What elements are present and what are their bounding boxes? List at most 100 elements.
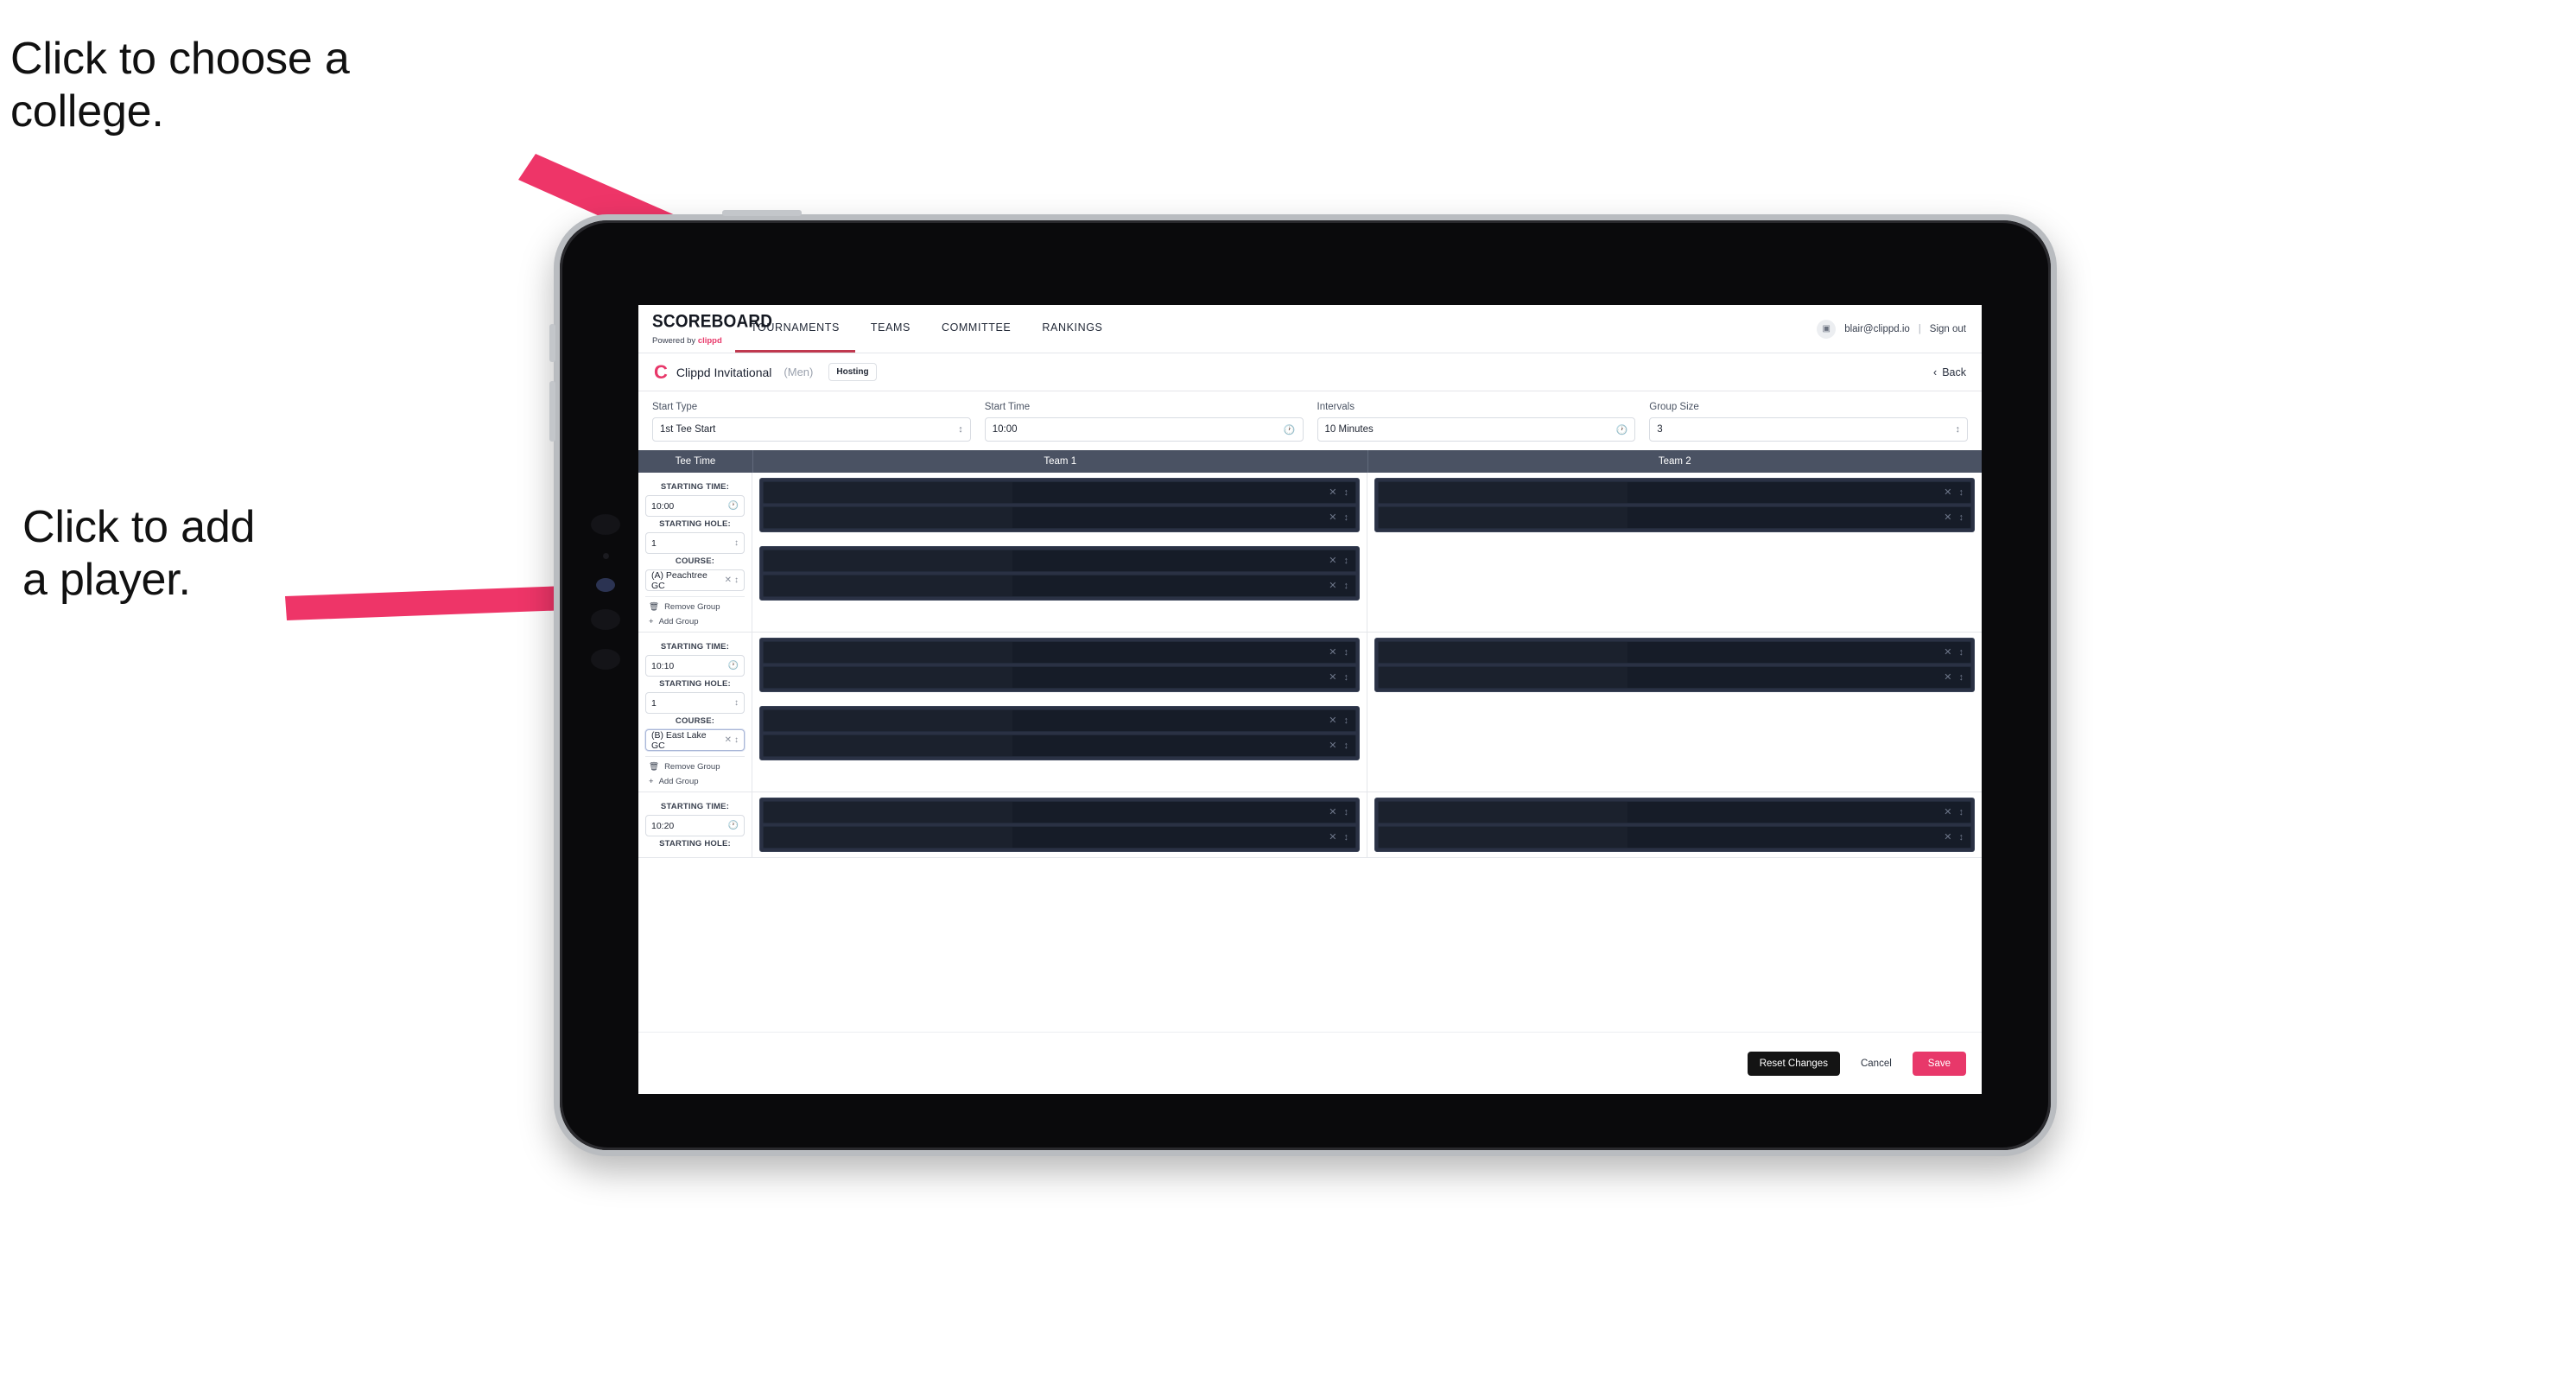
clear-x-icon[interactable]: ✕: [1329, 647, 1336, 658]
team-1-cell: ✕ ↕ ✕ ↕: [752, 792, 1367, 857]
intervals-input[interactable]: 10 Minutes 🕐: [1317, 417, 1636, 442]
clear-x-icon[interactable]: ✕: [1329, 715, 1336, 726]
clear-x-icon[interactable]: ✕: [1329, 556, 1336, 566]
clear-x-icon[interactable]: ✕: [1329, 741, 1336, 751]
player-group: ✕ ↕ ✕ ↕: [759, 478, 1360, 532]
clear-x-icon[interactable]: ✕: [1944, 487, 1951, 498]
clear-x-icon[interactable]: ✕: [1944, 647, 1951, 658]
stepper-icon[interactable]: ↕: [1959, 832, 1964, 842]
stepper-icon[interactable]: ↕: [734, 735, 739, 745]
player-select-row[interactable]: ✕ ↕: [763, 506, 1356, 529]
clear-x-icon[interactable]: ✕: [1944, 672, 1951, 683]
clear-x-icon[interactable]: ✕: [1944, 832, 1951, 842]
stepper-icon[interactable]: ↕: [1344, 741, 1349, 751]
stepper-icon[interactable]: ↕: [1344, 672, 1349, 683]
stepper-icon[interactable]: ↕: [734, 575, 739, 585]
clock-icon[interactable]: 🕐: [728, 501, 739, 511]
clear-x-icon[interactable]: ✕: [1944, 512, 1951, 523]
intervals-value: 10 Minutes: [1324, 424, 1374, 435]
player-select-row[interactable]: ✕ ↕: [1378, 506, 1971, 529]
player-select-row[interactable]: ✕ ↕: [763, 734, 1356, 757]
clear-x-icon[interactable]: ✕: [1944, 807, 1951, 817]
stepper-icon[interactable]: ↕: [1344, 832, 1349, 842]
player-select-row[interactable]: ✕ ↕: [1378, 641, 1971, 664]
stepper-icon[interactable]: ↕: [1959, 512, 1964, 523]
stepper-icon[interactable]: ↕: [1959, 807, 1964, 817]
control-intervals-label: Intervals: [1317, 402, 1355, 412]
tablet-volume-up-button[interactable]: [549, 324, 555, 362]
player-select-row[interactable]: ✕ ↕: [1378, 666, 1971, 689]
player-select-row[interactable]: ✕ ↕: [763, 666, 1356, 689]
back-button[interactable]: ‹ Back: [1933, 366, 1966, 378]
stepper-icon[interactable]: ↕: [1344, 807, 1349, 817]
plus-icon: +: [649, 777, 654, 786]
cancel-button[interactable]: Cancel: [1852, 1052, 1900, 1076]
stepper-icon[interactable]: ↕: [1959, 672, 1964, 683]
add-group-button[interactable]: + Add Group: [645, 772, 745, 786]
starting-time-input[interactable]: 10:20 🕐: [645, 815, 745, 836]
user-badge-icon[interactable]: ▣: [1817, 319, 1837, 339]
player-select-row[interactable]: ✕ ↕: [1378, 801, 1971, 823]
clear-x-icon[interactable]: ✕: [1329, 512, 1336, 523]
player-select-row[interactable]: ✕ ↕: [763, 826, 1356, 849]
stepper-icon[interactable]: ↕: [958, 424, 963, 435]
save-button[interactable]: Save: [1912, 1051, 1966, 1076]
clear-x-icon[interactable]: ✕: [1329, 672, 1336, 683]
stepper-icon[interactable]: ↕: [734, 538, 739, 548]
clock-icon[interactable]: 🕐: [1616, 424, 1628, 436]
starting-time-input[interactable]: 10:00 🕐: [645, 495, 745, 517]
clear-x-icon[interactable]: ✕: [1329, 807, 1336, 817]
player-group: ✕ ↕ ✕ ↕: [759, 638, 1360, 692]
tablet-volume-down-button[interactable]: [549, 381, 555, 442]
pairings-table-body: STARTING TIME: 10:00 🕐 STARTING HOLE: 1 ↕ COUR…: [638, 473, 1982, 870]
clear-x-icon[interactable]: ✕: [1329, 832, 1336, 842]
group-size-select[interactable]: 3 ↕: [1649, 417, 1968, 442]
clock-icon[interactable]: 🕐: [1284, 424, 1296, 436]
course-select[interactable]: (B) East Lake GC ✕ ↕: [645, 729, 745, 751]
clear-x-icon[interactable]: ✕: [1329, 581, 1336, 591]
clock-icon[interactable]: 🕐: [728, 661, 739, 671]
starting-time-label: STARTING TIME:: [660, 802, 730, 811]
tee-time-row: STARTING TIME: 10:20 🕐 STARTING HOLE: ✕ ↕ ✕ ↕ ✕ ↕…: [638, 792, 1982, 858]
player-select-row[interactable]: ✕ ↕: [763, 481, 1356, 504]
team-2-cell: ✕ ↕ ✕ ↕: [1367, 473, 1982, 632]
add-group-button[interactable]: + Add Group: [645, 612, 745, 626]
player-select-row[interactable]: ✕ ↕: [763, 550, 1356, 572]
starting-time-input[interactable]: 10:10 🕐: [645, 655, 745, 677]
stepper-icon[interactable]: ↕: [1344, 512, 1349, 523]
stepper-icon[interactable]: ↕: [1344, 647, 1349, 658]
stepper-icon[interactable]: ↕: [734, 698, 739, 708]
stepper-icon[interactable]: ↕: [1344, 556, 1349, 566]
stepper-icon[interactable]: ↕: [1344, 487, 1349, 498]
stepper-icon[interactable]: ↕: [1956, 424, 1961, 435]
course-select[interactable]: (A) Peachtree GC ✕ ↕: [645, 569, 745, 591]
stepper-icon[interactable]: ↕: [1959, 487, 1964, 498]
starting-hole-input[interactable]: 1 ↕: [645, 532, 745, 554]
player-select-row[interactable]: ✕ ↕: [763, 641, 1356, 664]
clear-x-icon[interactable]: ✕: [1329, 487, 1336, 498]
tab-committee[interactable]: COMMITTEE: [926, 305, 1026, 353]
clear-x-icon[interactable]: ✕: [725, 735, 732, 745]
tablet-power-button[interactable]: [722, 210, 802, 216]
remove-group-button[interactable]: 🗑 Remove Group: [645, 756, 745, 772]
tab-teams[interactable]: TEAMS: [855, 305, 926, 353]
stepper-icon[interactable]: ↕: [1344, 715, 1349, 726]
brand-logo[interactable]: SCOREBOARD Powered by clippd: [638, 305, 772, 353]
start-type-select[interactable]: 1st Tee Start ↕: [652, 417, 971, 442]
sign-out-link[interactable]: Sign out: [1930, 324, 1966, 334]
player-select-row[interactable]: ✕ ↕: [1378, 826, 1971, 849]
player-select-row[interactable]: ✕ ↕: [763, 709, 1356, 732]
clock-icon[interactable]: 🕐: [728, 821, 739, 830]
stepper-icon[interactable]: ↕: [1344, 581, 1349, 591]
player-select-row[interactable]: ✕ ↕: [763, 575, 1356, 597]
reset-changes-button[interactable]: Reset Changes: [1747, 1051, 1840, 1076]
remove-group-button[interactable]: 🗑 Remove Group: [645, 596, 745, 612]
player-select-row[interactable]: ✕ ↕: [1378, 481, 1971, 504]
start-time-input[interactable]: 10:00 🕐: [984, 417, 1304, 442]
starting-hole-input[interactable]: 1 ↕: [645, 692, 745, 714]
tab-rankings[interactable]: RANKINGS: [1026, 305, 1118, 353]
settings-controls-row: Start Type 1st Tee Start ↕ Start Time 10…: [638, 391, 1982, 450]
clear-x-icon[interactable]: ✕: [725, 575, 732, 585]
stepper-icon[interactable]: ↕: [1959, 647, 1964, 658]
player-select-row[interactable]: ✕ ↕: [763, 801, 1356, 823]
